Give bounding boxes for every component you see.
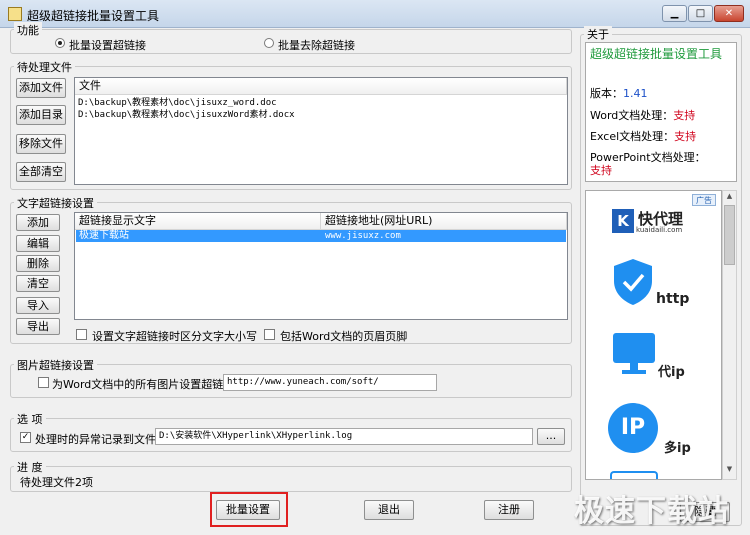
text-link-table[interactable]: 超链接显示文字 超链接地址(网址URL) 极速下载站 www.jisuxz.co… bbox=[74, 212, 568, 320]
excel-label: Excel文档处理： bbox=[590, 130, 675, 143]
text-link-legend: 文字超链接设置 bbox=[14, 195, 97, 211]
exit-button[interactable]: 退出 bbox=[364, 500, 414, 520]
pending-file-list[interactable]: 文件 D:\backup\教程素材\doc\jisuxz_word.doc D:… bbox=[74, 77, 568, 185]
clear-all-button[interactable]: 全部清空 bbox=[16, 162, 66, 182]
edit-link-button[interactable]: 编辑 bbox=[16, 235, 60, 252]
about-title: 超级超链接批量设置工具 bbox=[590, 47, 723, 61]
watermark: 极速下载站 bbox=[574, 494, 729, 529]
add-link-button[interactable]: 添加 bbox=[16, 214, 60, 231]
log-checkbox[interactable]: ✓ bbox=[20, 432, 31, 443]
image-link-legend: 图片超链接设置 bbox=[14, 357, 97, 373]
table-row-selected[interactable] bbox=[76, 230, 566, 242]
ad-label-http: http bbox=[656, 291, 690, 307]
ad-scrollbar[interactable]: ▲ ▼ bbox=[722, 190, 737, 480]
header-footer-checkbox[interactable] bbox=[264, 329, 275, 340]
progress-group bbox=[10, 466, 572, 492]
progress-legend: 进 度 bbox=[14, 459, 46, 475]
image-link-checkbox[interactable] bbox=[38, 377, 49, 388]
browse-button[interactable]: ... bbox=[537, 428, 565, 445]
export-button[interactable]: 导出 bbox=[16, 318, 60, 335]
import-button[interactable]: 导入 bbox=[16, 297, 60, 314]
minimize-button[interactable]: ▁ bbox=[662, 5, 687, 22]
clear-links-button[interactable]: 清空 bbox=[16, 275, 60, 292]
ad-panel[interactable]: 广告 K 快代理 kuaidaili.com http 代ip IP 多ip bbox=[585, 190, 722, 480]
word-support: 支持 bbox=[673, 109, 696, 122]
device-icon bbox=[610, 471, 658, 479]
app-icon bbox=[8, 7, 22, 21]
ip-icon: IP bbox=[608, 403, 658, 453]
options-legend: 选 项 bbox=[14, 411, 46, 427]
ad-label-dip: 代ip bbox=[658, 365, 685, 380]
add-file-button[interactable]: 添加文件 bbox=[16, 78, 66, 98]
column-header-url[interactable]: 超链接地址(网址URL) bbox=[321, 213, 567, 230]
log-path-input[interactable]: D:\安装软件\XHyperlink\XHyperlink.log bbox=[155, 428, 533, 445]
version-label: 版本： bbox=[590, 87, 623, 100]
about-legend: 关于 bbox=[584, 26, 612, 42]
link-text-cell[interactable]: 极速下载站 bbox=[79, 230, 129, 242]
word-label: Word文档处理： bbox=[590, 109, 674, 122]
radio-batch-set[interactable] bbox=[55, 38, 65, 48]
maximize-button[interactable]: □ bbox=[688, 5, 713, 22]
add-directory-button[interactable]: 添加目录 bbox=[16, 105, 66, 125]
pending-files-legend: 待处理文件 bbox=[14, 59, 75, 75]
scroll-down-icon[interactable]: ▼ bbox=[724, 465, 735, 477]
progress-status: 待处理文件2项 bbox=[20, 476, 93, 489]
log-label[interactable]: 处理时的异常记录到文件: bbox=[35, 431, 160, 447]
kuaidaili-logo-icon: K bbox=[612, 209, 634, 233]
ad-label-multi-ip: 多ip bbox=[664, 441, 691, 456]
close-button[interactable]: ✕ bbox=[714, 5, 744, 22]
shield-icon bbox=[611, 257, 655, 310]
monitor-icon bbox=[611, 331, 657, 380]
case-sensitive-label[interactable]: 设置文字超链接时区分文字大小写 bbox=[92, 328, 257, 344]
scrollbar-thumb[interactable] bbox=[724, 205, 735, 265]
remove-file-button[interactable]: 移除文件 bbox=[16, 134, 66, 154]
column-header-text[interactable]: 超链接显示文字 bbox=[75, 213, 321, 230]
function-legend: 功能 bbox=[14, 22, 42, 38]
link-url-cell[interactable]: www.jisuxz.com bbox=[325, 230, 401, 242]
scroll-up-icon[interactable]: ▲ bbox=[724, 192, 735, 204]
radio-batch-set-label[interactable]: 批量设置超链接 bbox=[69, 37, 146, 53]
delete-link-button[interactable]: 删除 bbox=[16, 255, 60, 272]
about-info-panel: 超级超链接批量设置工具 版本：1.41 Word文档处理：支持 Excel文档处… bbox=[585, 42, 737, 182]
version-value: 1.41 bbox=[623, 87, 648, 100]
ppt-support: 支持 bbox=[590, 164, 612, 177]
header-footer-label[interactable]: 包括Word文档的页眉页脚 bbox=[280, 328, 407, 344]
file-column-header[interactable]: 文件 bbox=[75, 78, 567, 95]
image-link-label[interactable]: 为Word文档中的所有图片设置超链接: bbox=[52, 376, 238, 392]
highlight-box bbox=[210, 492, 288, 527]
radio-batch-remove[interactable] bbox=[264, 38, 274, 48]
ad-tag: 广告 bbox=[692, 194, 716, 206]
file-row[interactable]: D:\backup\教程素材\doc\jisuxzWord素材.docx bbox=[78, 107, 295, 120]
image-url-input[interactable]: http://www.yuneach.com/soft/ bbox=[223, 374, 437, 391]
ad-brand-url: kuaidaili.com bbox=[636, 226, 683, 234]
excel-support: 支持 bbox=[674, 130, 697, 143]
window-title: 超级超链接批量设置工具 bbox=[27, 9, 160, 23]
register-button[interactable]: 注册 bbox=[484, 500, 534, 520]
radio-batch-remove-label[interactable]: 批量去除超链接 bbox=[278, 37, 355, 53]
case-sensitive-checkbox[interactable] bbox=[76, 329, 87, 340]
